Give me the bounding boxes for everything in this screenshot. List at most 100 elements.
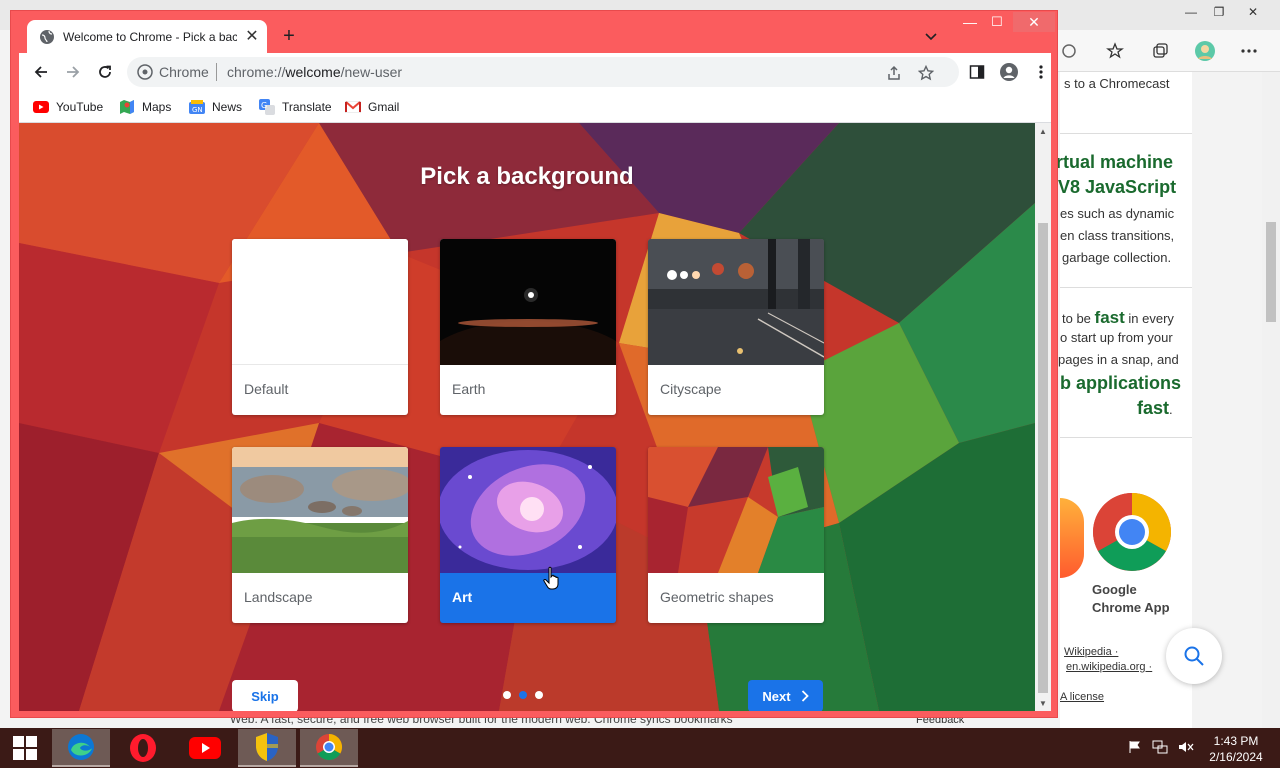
app-label: Chrome App: [1092, 600, 1170, 615]
chrome-menu-icon[interactable]: [1029, 60, 1053, 84]
period: .: [1169, 402, 1173, 417]
gmail-icon: [345, 101, 361, 113]
scroll-down-arrow-icon[interactable]: ▼: [1039, 699, 1047, 708]
windows-start-button[interactable]: [0, 728, 50, 768]
bookmark-label: YouTube: [56, 100, 104, 114]
background-option-geometric-shapes[interactable]: Geometric shapes: [648, 447, 824, 623]
globe-icon: [39, 29, 55, 45]
earth-thumbnail: [440, 239, 616, 365]
background-option-label: Default: [244, 381, 289, 397]
background-option-earth[interactable]: Earth: [440, 239, 616, 415]
content-line: pages in a snap, and: [1058, 352, 1179, 367]
floating-search-button[interactable]: [1166, 628, 1222, 684]
taskbar-security-app[interactable]: [238, 729, 296, 767]
close-window-button[interactable]: ✕: [1013, 12, 1055, 32]
heading-fragment: fast: [1137, 398, 1170, 418]
taskbar-youtube[interactable]: [176, 729, 234, 767]
skip-button[interactable]: Skip: [232, 680, 298, 711]
wikipedia-domain-link[interactable]: en.wikipedia.org ·: [1066, 661, 1152, 673]
svg-text:G: G: [261, 101, 267, 110]
wikipedia-link[interactable]: Wikipedia ·: [1064, 646, 1118, 658]
share-icon[interactable]: [885, 64, 903, 82]
scroll-up-arrow-icon[interactable]: ▲: [1039, 127, 1047, 136]
profile-avatar-icon[interactable]: [1193, 39, 1217, 63]
background-option-landscape[interactable]: Landscape: [232, 447, 408, 623]
network-icon[interactable]: [1152, 740, 1168, 754]
tab-close-button[interactable]: ✕: [243, 28, 261, 46]
url-host: welcome: [285, 64, 341, 80]
bookmark-news[interactable]: GN News: [189, 98, 242, 116]
taskbar-clock[interactable]: 1:43 PM 2/16/2024: [1198, 733, 1274, 765]
security-shield-icon: [256, 733, 278, 761]
tab-welcome[interactable]: Welcome to Chrome - Pick a background ✕: [27, 20, 267, 54]
forward-arrow-icon[interactable]: [61, 60, 85, 84]
taskbar-chrome[interactable]: [300, 729, 358, 767]
bookmark-gmail[interactable]: Gmail: [345, 98, 399, 116]
extensions-icon[interactable]: [1057, 39, 1081, 63]
windows-taskbar: 1:43 PM 2/16/2024: [0, 728, 1280, 768]
background-option-cityscape[interactable]: Cityscape: [648, 239, 824, 415]
more-options-icon[interactable]: [1237, 39, 1261, 63]
background-scrollbar[interactable]: [1262, 72, 1280, 728]
opera-icon: [130, 734, 156, 762]
url-text[interactable]: chrome://welcome/new-user: [227, 64, 402, 80]
next-button[interactable]: Next: [748, 680, 823, 711]
chevron-right-icon: [801, 690, 809, 702]
scrollbar-thumb[interactable]: [1266, 222, 1276, 322]
bookmarks-bar: YouTube Maps GN News G Translate Gmail: [19, 91, 1051, 123]
page-scrollbar[interactable]: ▲ ▼: [1035, 123, 1051, 711]
bookmark-translate[interactable]: G Translate: [259, 98, 332, 116]
bookmark-star-icon[interactable]: [917, 64, 935, 82]
new-tab-button[interactable]: +: [277, 25, 301, 49]
edge-icon: [68, 734, 94, 760]
background-option-label: Geometric shapes: [660, 589, 774, 605]
page-title: Pick a background: [420, 163, 634, 190]
background-option-art[interactable]: Art: [440, 447, 616, 623]
cityscape-thumbnail: [648, 239, 824, 365]
background-option-label: Earth: [452, 381, 486, 397]
back-arrow-icon[interactable]: [29, 60, 53, 84]
tab-search-chevron-icon[interactable]: [921, 26, 941, 46]
muted-speaker-icon[interactable]: [1178, 740, 1194, 754]
chrome-app-icon[interactable]: [1092, 492, 1172, 572]
article-heading: V8 JavaScript: [1058, 177, 1177, 197]
step-indicator-dot: [535, 691, 543, 699]
geometric-shapes-thumbnail: [648, 447, 824, 573]
youtube-icon: [33, 101, 49, 113]
chrome-window: Welcome to Chrome - Pick a background ✕ …: [10, 10, 1058, 718]
tab-title: Welcome to Chrome - Pick a background: [63, 30, 237, 44]
scrollbar-thumb[interactable]: [1038, 223, 1048, 693]
taskbar-edge[interactable]: [52, 729, 110, 767]
bookmark-label: Translate: [282, 100, 332, 114]
text-fragment: to be: [1062, 311, 1095, 326]
side-panel-icon[interactable]: [965, 60, 989, 84]
profile-icon[interactable]: [997, 60, 1021, 84]
favorites-icon[interactable]: [1103, 39, 1127, 63]
hand-cursor-icon: [543, 566, 559, 590]
taskbar-opera[interactable]: [114, 729, 172, 767]
background-option-default[interactable]: Default: [232, 239, 408, 415]
youtube-icon: [189, 737, 221, 759]
landscape-thumbnail: [232, 447, 408, 573]
license-link[interactable]: A license: [1060, 691, 1104, 703]
step-indicator-dot-active: [519, 691, 527, 699]
content-line: garbage collection.: [1062, 250, 1172, 265]
bookmark-youtube[interactable]: YouTube: [33, 98, 103, 116]
bookmark-maps[interactable]: Maps: [119, 98, 171, 116]
address-bar[interactable]: Chrome chrome://welcome/new-user: [127, 57, 959, 87]
url-path: /new-user: [340, 64, 403, 80]
minimize-button[interactable]: —: [959, 14, 981, 32]
app-label: Google: [1092, 582, 1137, 597]
clock-time: 1:43 PM: [1213, 734, 1259, 748]
reload-icon[interactable]: [93, 60, 117, 84]
background-close-button[interactable]: ✕: [1230, 0, 1276, 24]
bookmark-label: Gmail: [368, 100, 400, 114]
maximize-button[interactable]: ☐: [986, 14, 1008, 32]
content-line: o start up from your: [1060, 330, 1173, 345]
news-icon: GN: [189, 100, 205, 114]
collections-icon[interactable]: [1148, 39, 1172, 63]
clock-date: 2/16/2024: [1209, 750, 1263, 764]
text-fragment: in every: [1124, 311, 1174, 326]
flag-icon[interactable]: [1128, 740, 1142, 754]
background-option-label: Art: [452, 589, 473, 605]
